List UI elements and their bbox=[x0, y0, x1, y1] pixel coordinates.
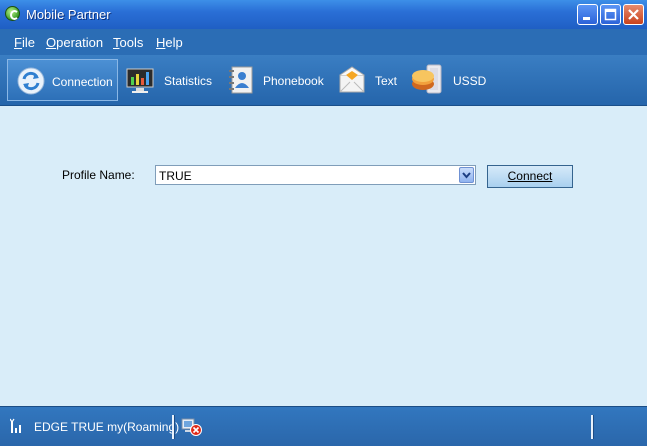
tab-text-label: Text bbox=[375, 74, 398, 88]
connection-panel: Profile Name: TRUE Connect bbox=[0, 106, 647, 406]
tab-ussd-label: USSD bbox=[453, 74, 487, 88]
menu-help[interactable]: Help bbox=[156, 35, 183, 50]
tab-statistics[interactable]: Statistics bbox=[120, 59, 215, 101]
profile-name-label: Profile Name: bbox=[62, 168, 135, 182]
tab-statistics-label: Statistics bbox=[164, 74, 213, 88]
phonebook-icon bbox=[229, 66, 253, 94]
maximize-icon bbox=[604, 8, 617, 21]
tab-connection-label: Connection bbox=[52, 75, 113, 89]
tab-text[interactable]: Text bbox=[334, 59, 402, 101]
connect-button[interactable]: Connect bbox=[487, 165, 573, 188]
minimize-icon bbox=[583, 17, 590, 20]
menu-operation[interactable]: Operation bbox=[46, 35, 103, 50]
connection-icon bbox=[17, 67, 45, 95]
maximize-button[interactable] bbox=[600, 4, 621, 25]
connect-button-label: Connect bbox=[507, 169, 553, 183]
main-toolbar: Connection Statistics Phonebook Text USS… bbox=[0, 55, 647, 106]
title-bar: Mobile Partner bbox=[0, 0, 647, 29]
tab-ussd[interactable]: USSD bbox=[408, 59, 490, 101]
app-icon bbox=[5, 6, 20, 21]
mobile-partner-window: Mobile Partner File Operation Tools Help… bbox=[0, 0, 647, 446]
minimize-button[interactable] bbox=[577, 4, 598, 25]
chevron-down-icon bbox=[462, 172, 471, 179]
network-status-text: EDGE TRUE my(Roaming) bbox=[34, 420, 180, 434]
dropdown-arrow-button[interactable] bbox=[459, 167, 474, 183]
window-title: Mobile Partner bbox=[26, 7, 111, 22]
status-bar: EDGE TRUE my(Roaming) bbox=[0, 406, 647, 446]
tab-phonebook-label: Phonebook bbox=[263, 74, 324, 88]
menu-file[interactable]: File bbox=[14, 35, 35, 50]
close-icon bbox=[628, 9, 639, 20]
menu-tools[interactable]: Tools bbox=[113, 35, 143, 50]
status-divider-right bbox=[591, 415, 594, 439]
statistics-icon bbox=[126, 68, 154, 93]
close-button[interactable] bbox=[623, 4, 644, 25]
status-divider bbox=[172, 415, 175, 439]
tab-phonebook[interactable]: Phonebook bbox=[220, 59, 325, 101]
signal-strength-icon bbox=[10, 418, 21, 433]
ussd-icon bbox=[412, 64, 442, 94]
text-message-icon bbox=[339, 66, 365, 93]
tab-connection[interactable]: Connection bbox=[7, 59, 118, 101]
profile-name-dropdown[interactable]: TRUE bbox=[155, 165, 476, 185]
network-disconnected-icon bbox=[181, 418, 202, 436]
profile-name-value: TRUE bbox=[159, 169, 192, 183]
menu-bar: File Operation Tools Help bbox=[0, 29, 647, 55]
